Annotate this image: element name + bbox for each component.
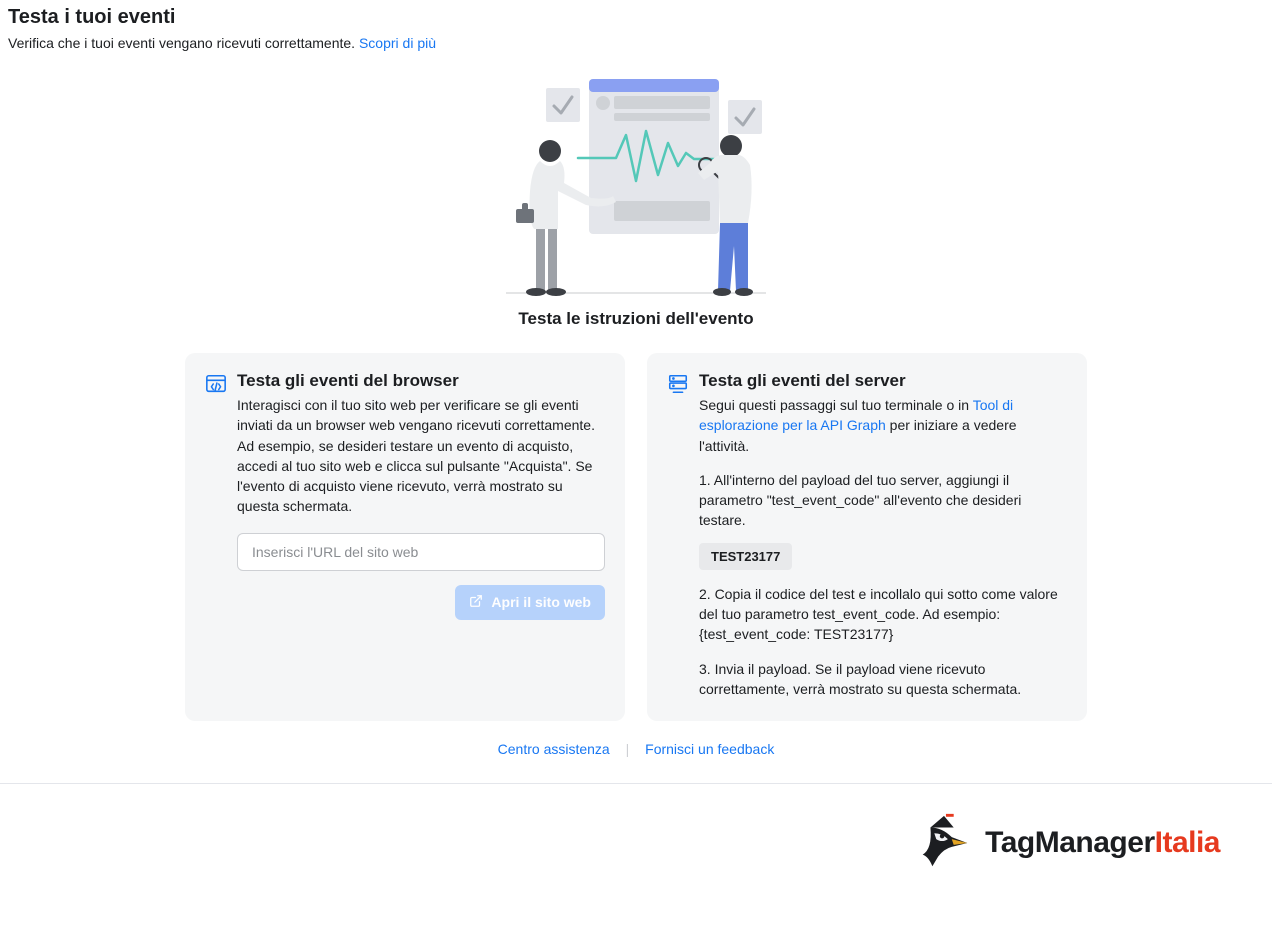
subtitle-text: Verifica che i tuoi eventi vengano ricev…: [8, 35, 359, 51]
open-website-button[interactable]: Apri il sito web: [455, 585, 605, 620]
server-step-3: 3. Invia il payload. Se il payload viene…: [699, 659, 1067, 700]
browser-card-desc: Interagisci con il tuo sito web per veri…: [237, 395, 605, 517]
brand-pre: TagManager: [985, 826, 1154, 859]
brand-wordmark: TagManagerItalia: [985, 826, 1220, 860]
server-events-card: Testa gli eventi del server Segui questi…: [647, 353, 1087, 721]
browser-icon: [205, 373, 227, 395]
branding-footer: TagManagerItalia: [0, 783, 1272, 921]
hero-title: Testa le istruzioni dell'evento: [46, 309, 1226, 329]
server-card-intro: Segui questi passaggi sul tuo terminale …: [699, 395, 1067, 456]
server-intro-pre: Segui questi passaggi sul tuo terminale …: [699, 397, 973, 413]
open-website-label: Apri il sito web: [491, 594, 591, 610]
server-card-title: Testa gli eventi del server: [699, 371, 1067, 391]
external-link-icon: [469, 594, 483, 611]
page-subtitle: Verifica che i tuoi eventi vengano ricev…: [8, 35, 1264, 51]
page-title: Testa i tuoi eventi: [8, 6, 1264, 29]
website-url-input[interactable]: [237, 533, 605, 571]
test-event-code: TEST23177: [699, 543, 792, 570]
server-icon: [667, 373, 689, 395]
server-step-1: 1. All'interno del payload del tuo serve…: [699, 470, 1067, 531]
help-center-link[interactable]: Centro assistenza: [498, 741, 610, 757]
feedback-link[interactable]: Fornisci un feedback: [645, 741, 774, 757]
server-step-2: 2. Copia il codice del test e incollalo …: [699, 584, 1067, 645]
test-events-illustration: [486, 71, 786, 301]
footer-links: Centro assistenza | Fornisci un feedback: [46, 721, 1226, 783]
brand-bird-icon: [913, 810, 975, 875]
brand-accent: Italia: [1155, 826, 1220, 859]
browser-events-card: Testa gli eventi del browser Interagisci…: [185, 353, 625, 721]
footer-separator: |: [626, 741, 630, 757]
learn-more-link[interactable]: Scopri di più: [359, 35, 436, 51]
browser-card-title: Testa gli eventi del browser: [237, 371, 605, 391]
